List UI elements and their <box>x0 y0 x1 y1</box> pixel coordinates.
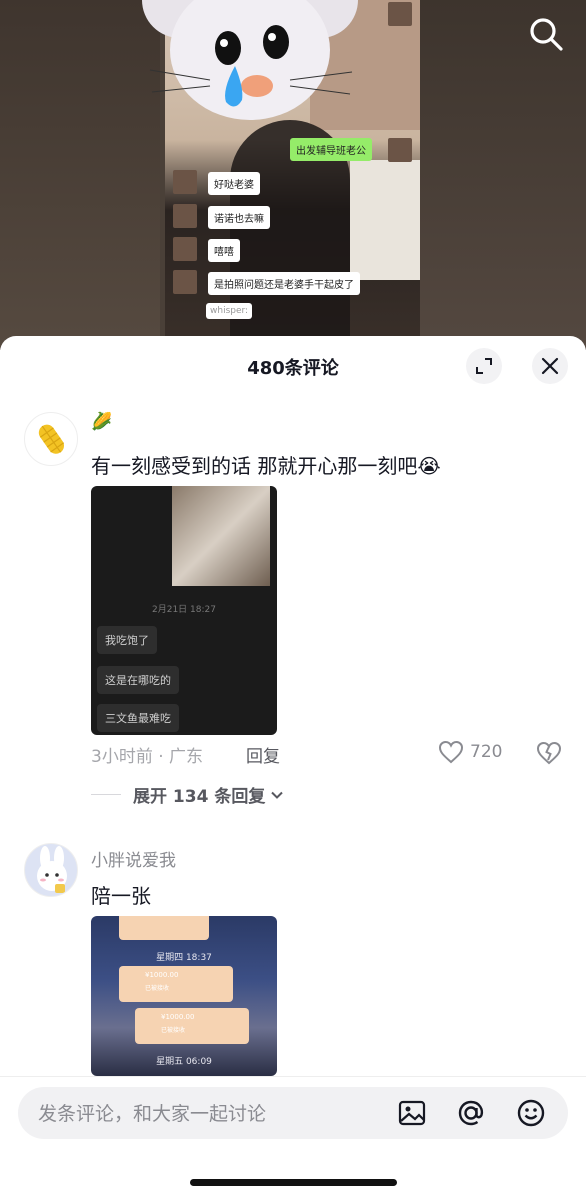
chat-avatar <box>388 2 412 26</box>
close-icon <box>541 357 559 375</box>
like-count: 720 <box>470 742 503 762</box>
comment-text: 有一刻感受到的话 那就开心那一刻吧😭 <box>91 454 441 478</box>
search-icon[interactable] <box>526 14 566 54</box>
image-transfer-card: ¥1000.00 已被接收 <box>119 966 233 1002</box>
image-transfer-card <box>119 916 209 940</box>
image-chat-bubble: 这是在哪吃的 <box>97 666 179 694</box>
expand-icon <box>476 358 492 374</box>
transfer-amount: ¥1000.00 <box>145 971 179 979</box>
chat-avatar <box>388 138 412 162</box>
emoji-icon[interactable] <box>515 1097 547 1129</box>
comment-meta: 3小时前 · 广东 <box>91 747 204 767</box>
video-background[interactable]: 出发辅导班老公 好哒老婆 诺诺也去嘛 嘻嘻 是拍照问题还是老婆手干起皮了 whi… <box>0 0 586 350</box>
transfer-amount: ¥1000.00 <box>161 1013 195 1021</box>
divider-line <box>91 794 121 795</box>
close-button[interactable] <box>532 348 568 384</box>
expand-sheet-button[interactable] <box>466 348 502 384</box>
like-button[interactable]: 720 <box>438 740 502 764</box>
image-timestamp: 星期五 06:09 <box>156 1057 212 1067</box>
video-photo-shirt <box>350 160 420 280</box>
comment-username[interactable]: 🌽 <box>91 412 112 432</box>
chat-avatar <box>173 170 197 194</box>
home-indicator[interactable] <box>190 1179 397 1186</box>
chat-quote: whisper: <box>206 303 253 319</box>
avatar[interactable] <box>24 843 78 897</box>
comment-username[interactable]: 小胖说爱我 <box>91 846 176 871</box>
avatar[interactable] <box>24 412 78 466</box>
chevron-down-icon <box>271 791 284 799</box>
expand-replies-button[interactable]: 展开 134 条回复 <box>91 782 285 807</box>
comment-image-photo <box>172 486 270 586</box>
comment-image[interactable]: 2月21日 18:27 我吃饱了 这是在哪吃的 三文鱼最难吃 <box>91 486 277 735</box>
transfer-status: 已被接收 <box>161 1027 186 1034</box>
reply-button[interactable]: 回复 <box>246 742 280 767</box>
broken-heart-icon[interactable] <box>536 741 562 765</box>
comment-input[interactable] <box>36 1087 380 1141</box>
heart-icon <box>438 740 464 764</box>
image-timestamp: 2月21日 18:27 <box>152 605 216 615</box>
comment-image[interactable]: 星期四 18:37 ¥1000.00 已被接收 ¥1000.00 已被接收 星期… <box>91 916 277 1076</box>
chat-avatar <box>173 237 197 261</box>
chat-avatar <box>173 270 197 294</box>
chat-bubble-left: 诺诺也去嘛 <box>208 206 270 229</box>
mouse-memoji-icon <box>142 0 358 120</box>
image-timestamp: 星期四 18:37 <box>156 953 212 963</box>
corn-avatar-icon <box>38 424 65 454</box>
video-left-panel <box>0 0 160 350</box>
expand-replies-label: 展开 134 条回复 <box>133 787 266 807</box>
mention-icon[interactable] <box>455 1097 487 1129</box>
transfer-status: 已被接收 <box>145 985 170 992</box>
image-chat-bubble: 我吃饱了 <box>97 626 157 654</box>
comment-input-box[interactable] <box>18 1087 568 1141</box>
comment-sheet: 480条评论 🌽 有一刻感受到的话 那就开心那一刻吧😭 2月21日 18:27 … <box>0 336 586 1200</box>
chat-bubble-left: 嘻嘻 <box>208 239 240 262</box>
image-chat-bubble: 三文鱼最难吃 <box>97 704 179 732</box>
chat-bubble-right: 出发辅导班老公 <box>290 138 372 161</box>
bunny-avatar-icon <box>37 846 67 893</box>
chat-bubble-left: 是拍照问题还是老婆手干起皮了 <box>208 272 360 295</box>
image-transfer-card: ¥1000.00 已被接收 <box>135 1008 249 1044</box>
image-icon[interactable] <box>396 1097 428 1129</box>
comment-text: 陪一张 <box>91 884 151 908</box>
chat-avatar <box>173 204 197 228</box>
chat-bubble-left: 好哒老婆 <box>208 172 260 195</box>
